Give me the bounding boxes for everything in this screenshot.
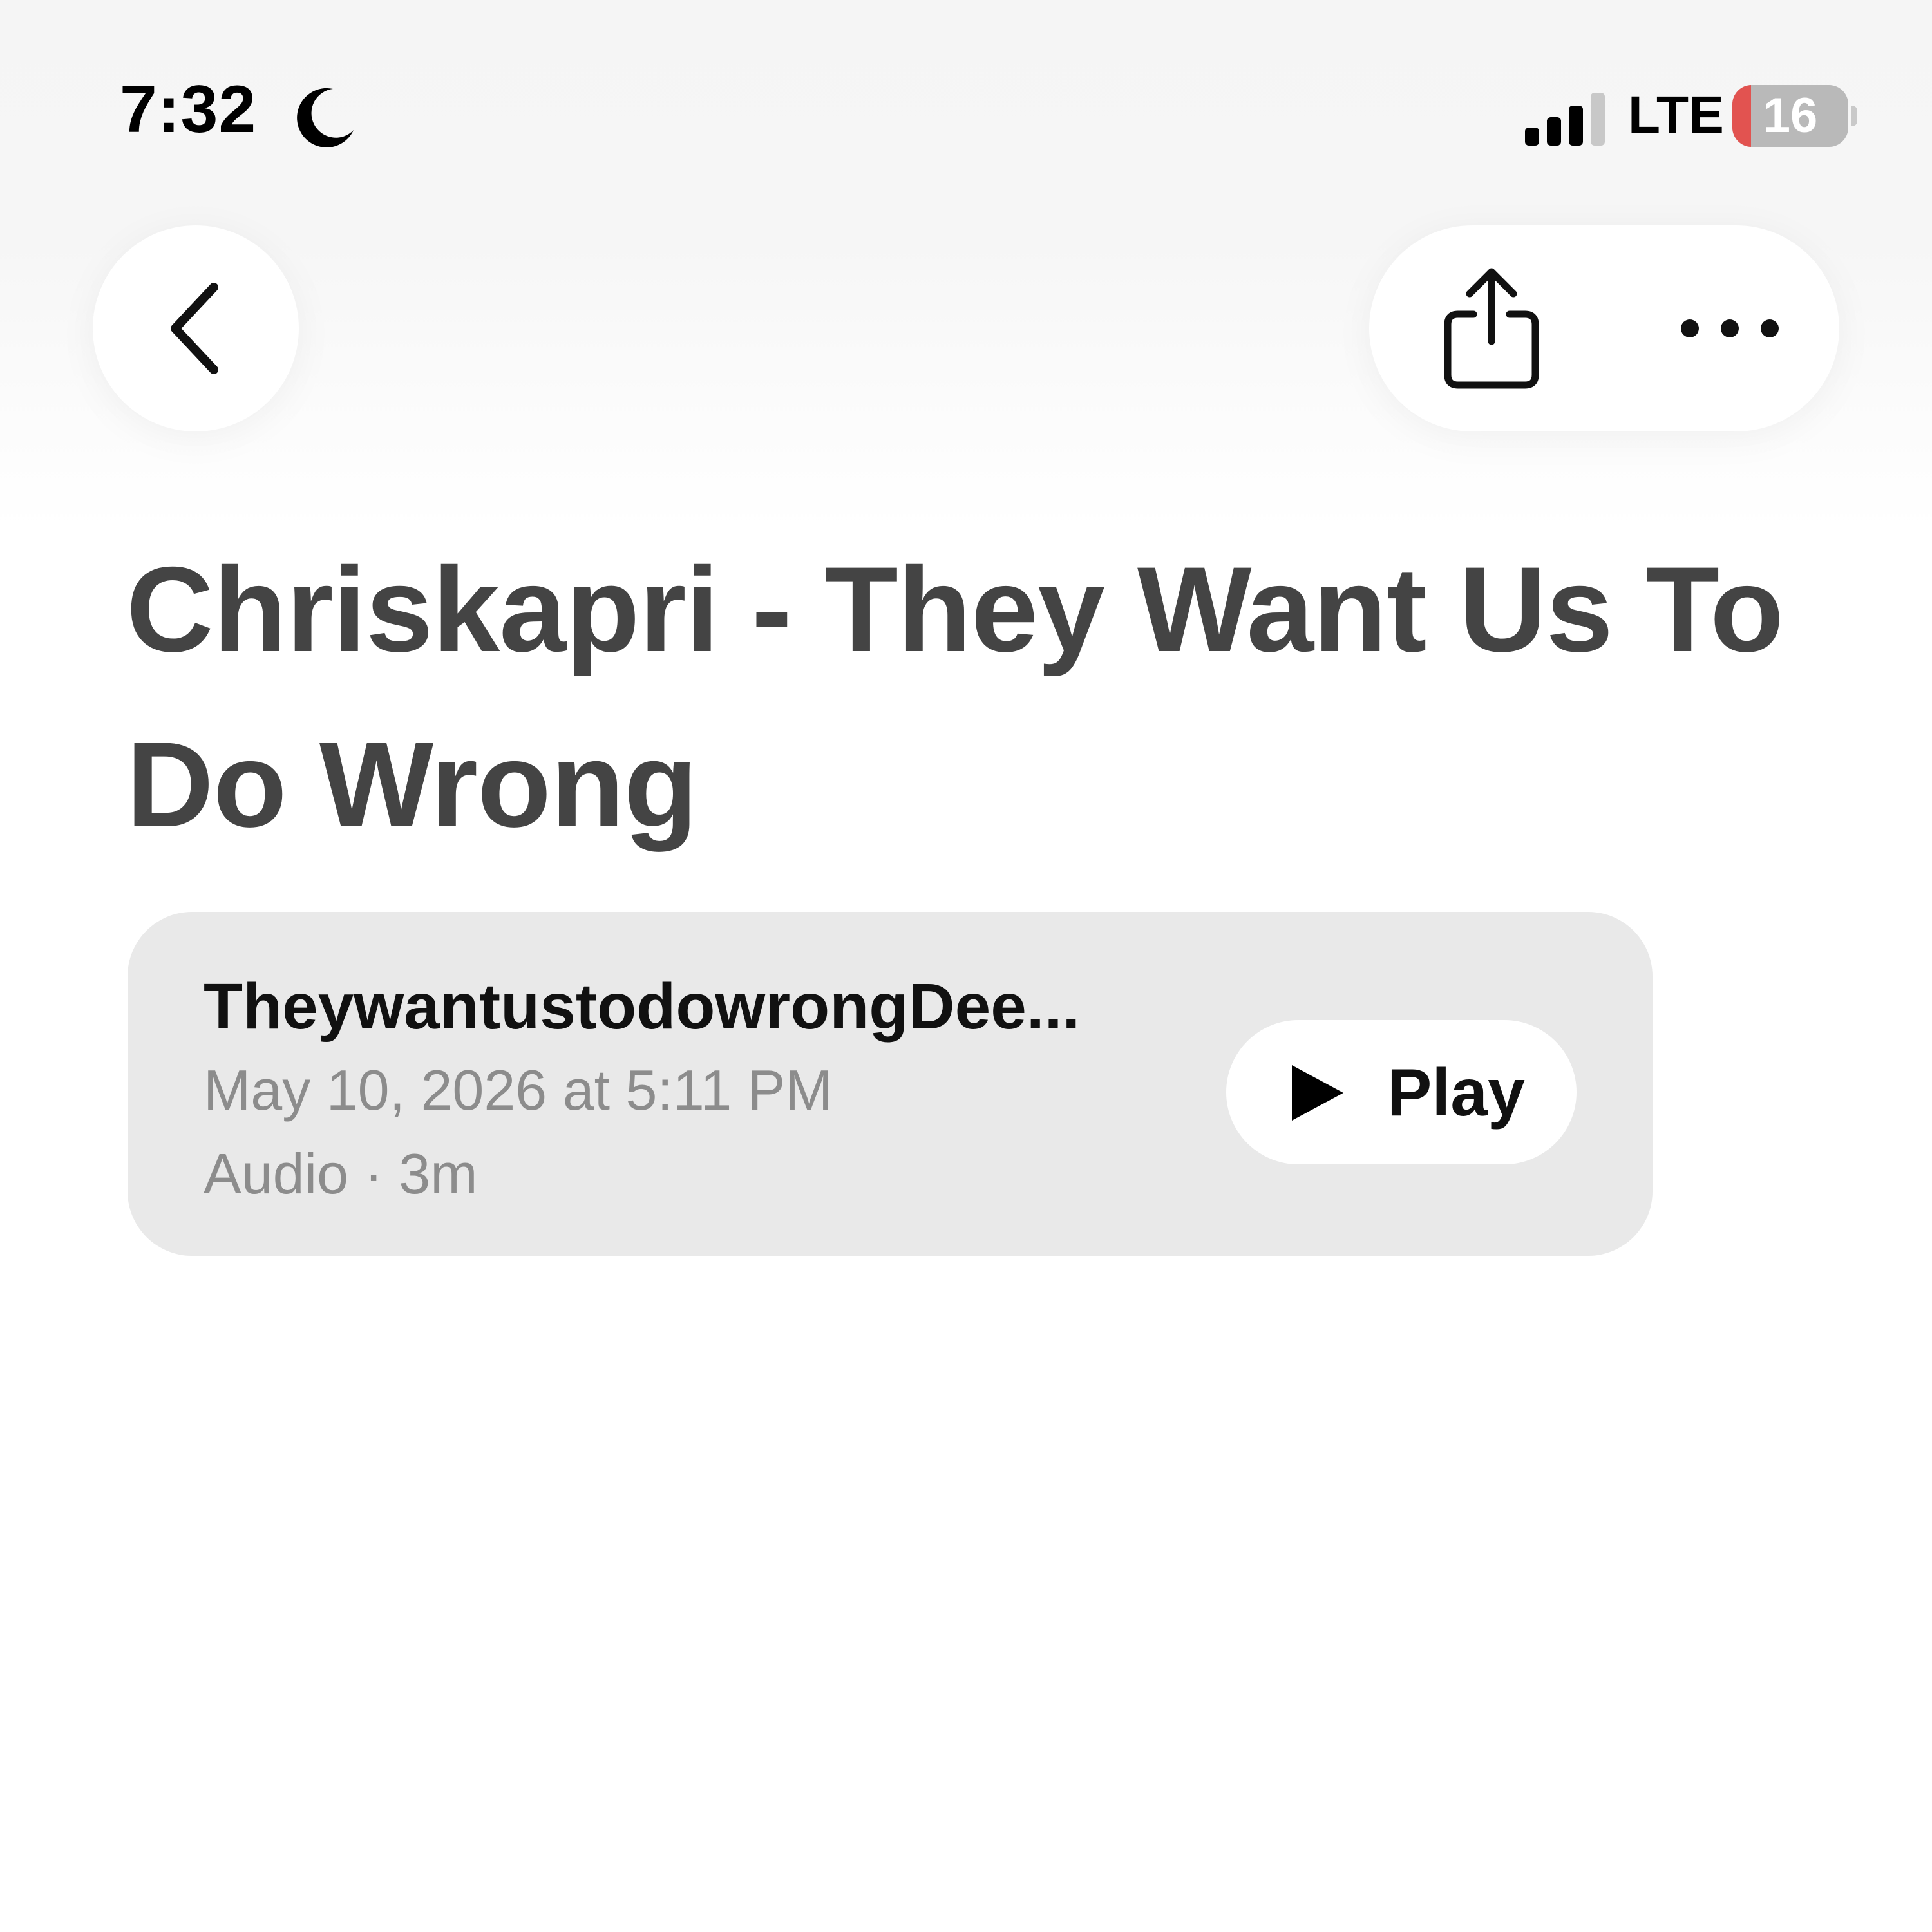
share-icon bbox=[1444, 268, 1539, 389]
play-icon bbox=[1292, 1065, 1343, 1121]
play-button[interactable]: Play bbox=[1226, 1020, 1577, 1164]
battery-tip bbox=[1851, 106, 1857, 126]
battery-level: 16 bbox=[1763, 88, 1818, 143]
share-button[interactable] bbox=[1414, 251, 1569, 406]
audio-attachment-card[interactable]: TheywantustodowrongDee... May 10, 2026 a… bbox=[128, 912, 1653, 1256]
attachment-meta: Audio · 3m bbox=[204, 1142, 478, 1206]
network-type: LTE bbox=[1628, 86, 1724, 144]
ellipsis-icon bbox=[1681, 319, 1779, 337]
play-label: Play bbox=[1387, 1056, 1525, 1130]
moon-icon bbox=[297, 88, 354, 147]
chevron-left-icon bbox=[171, 283, 218, 374]
back-button[interactable] bbox=[93, 225, 299, 431]
nav-actions bbox=[1369, 225, 1839, 431]
attachment-file-name: TheywantustodowrongDee... bbox=[204, 971, 1081, 1043]
note-title[interactable]: Chriskapri - They Want Us To Do Wrong bbox=[126, 522, 1801, 872]
attachment-date: May 10, 2026 at 5:11 PM bbox=[204, 1058, 833, 1122]
battery-icon: 16 bbox=[1732, 85, 1848, 147]
status-time: 7:32 bbox=[120, 72, 257, 147]
signal-icon bbox=[1525, 93, 1605, 146]
more-button[interactable] bbox=[1653, 251, 1807, 406]
